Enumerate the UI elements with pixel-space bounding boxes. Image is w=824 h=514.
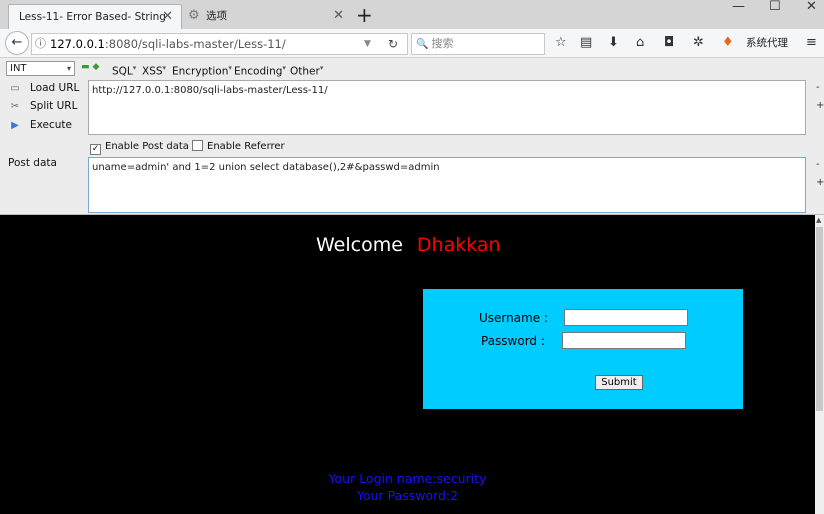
reload-icon[interactable]: ↻ [388,34,398,54]
minimize-button[interactable]: — [732,0,745,14]
chevron-down-icon: ▾ [66,64,71,73]
info-icon[interactable]: ⓘ [35,34,46,54]
search-input[interactable]: 🔍 搜索 [411,33,545,55]
url-bar[interactable]: ⓘ 127.0.0.1:8080/sqli-labs-master/Less-1… [31,33,408,55]
submit-button[interactable]: Submit [595,375,643,390]
close-tab-icon[interactable]: ✕ [162,5,173,29]
checkbox-checked-icon: ✓ [90,144,101,155]
dropdown-arrow-icon[interactable]: ▼ [364,34,371,54]
scroll-up-icon[interactable]: ▲ [816,216,821,224]
tab-strip: Less-11- Error Based- String ✕ ⚙ 选项 ✕ + —… [0,0,824,29]
type-select[interactable]: INT ▾ [6,61,75,76]
play-icon: ▶ [11,120,19,131]
menu-sql[interactable]: SQL▾ [112,62,136,79]
url-path: :8080/sqli-labs-master/Less-11/ [104,37,286,51]
menu-xss[interactable]: XSS▾ [142,62,166,79]
reading-list-icon[interactable]: ▤ [580,34,592,52]
menu-icon[interactable]: ≡ [806,34,817,52]
increase-icon[interactable]: + [816,177,824,189]
decrease-icon[interactable]: - [816,82,820,94]
url-host: 127.0.0.1 [50,37,105,51]
maximize-button[interactable]: ☐ [769,0,781,14]
url-text: 127.0.0.1:8080/sqli-labs-master/Less-11/ [50,34,286,54]
page-scrollbar[interactable]: ▲ [815,215,824,514]
close-window-button[interactable]: ✕ [806,0,817,14]
page-content: Welcome Dhakkan Username : Password : Sub… [0,215,815,514]
post-data-textarea[interactable]: uname=admin' and 1=2 union select databa… [88,157,806,213]
new-tab-button[interactable]: + [356,4,373,26]
proxy-label[interactable]: 系统代理 [746,34,788,52]
tab-title: Less-11- Error Based- String [19,11,166,23]
password-input[interactable] [562,332,686,349]
menu-encoding[interactable]: Encoding▾ [234,62,286,79]
enable-referrer-checkbox[interactable]: Enable Referrer [192,140,285,154]
pocket-icon[interactable]: ◘ [664,34,674,52]
result-login-name: Your Login name:security [328,471,487,486]
execute-button[interactable]: ▶ Execute [8,118,72,133]
bookmark-star-icon[interactable]: ☆ [555,34,567,52]
extension-icon[interactable]: ✲ [693,34,704,52]
download-icon[interactable]: ⬇ [608,34,619,52]
enable-post-checkbox[interactable]: ✓ Enable Post data [90,140,189,155]
tab-less-11[interactable]: Less-11- Error Based- String ✕ [8,4,182,29]
checkbox-unchecked-icon [192,140,203,151]
proxy-icon[interactable]: ♦ [722,34,734,52]
home-icon[interactable]: ⌂ [636,34,644,52]
scrollbar-thumb[interactable] [816,227,823,411]
tab-title: 选项 [206,10,227,22]
search-icon: 🔍 [416,39,429,50]
login-form: Username : Password : Submit [423,289,743,409]
menu-other[interactable]: Other▾ [290,62,323,79]
close-tab-icon[interactable]: ✕ [333,4,344,28]
username-input[interactable] [564,309,688,326]
menu-encryption[interactable]: Encryption▾ [172,62,232,79]
decrease-icon[interactable]: - [816,159,820,171]
arrow-left-icon: ← [11,35,23,50]
url-textarea[interactable]: http://127.0.0.1:8080/sqli-labs-master/L… [88,80,806,135]
gear-icon: ⚙ [188,8,200,23]
result-password: Your Password:2 [356,488,459,503]
status-dots-icon: ▬◆ [81,62,103,72]
username-highlight: Dhakkan [416,234,501,256]
welcome-heading: Welcome Dhakkan [316,234,501,256]
post-data-label: Post data [8,157,57,169]
search-placeholder: 搜索 [431,37,454,50]
hackbar-panel: INT ▾ ▬◆ SQL▾ XSS▾ Encryption▾ Encoding▾… [0,58,824,215]
navigation-toolbar: ← ⓘ 127.0.0.1:8080/sqli-labs-master/Less… [0,29,824,58]
load-url-button[interactable]: ▭ Load URL [8,81,79,96]
load-url-icon: ▭ [10,83,20,94]
password-label: Password : [481,334,545,348]
username-label: Username : [479,311,549,325]
tab-options[interactable]: ⚙ 选项 ✕ [184,4,352,29]
increase-icon[interactable]: + [816,100,824,112]
type-select-value: INT [10,63,27,74]
split-url-button[interactable]: ✂ Split URL [8,99,78,114]
split-url-icon: ✂ [10,101,20,112]
back-button[interactable]: ← [5,31,29,55]
